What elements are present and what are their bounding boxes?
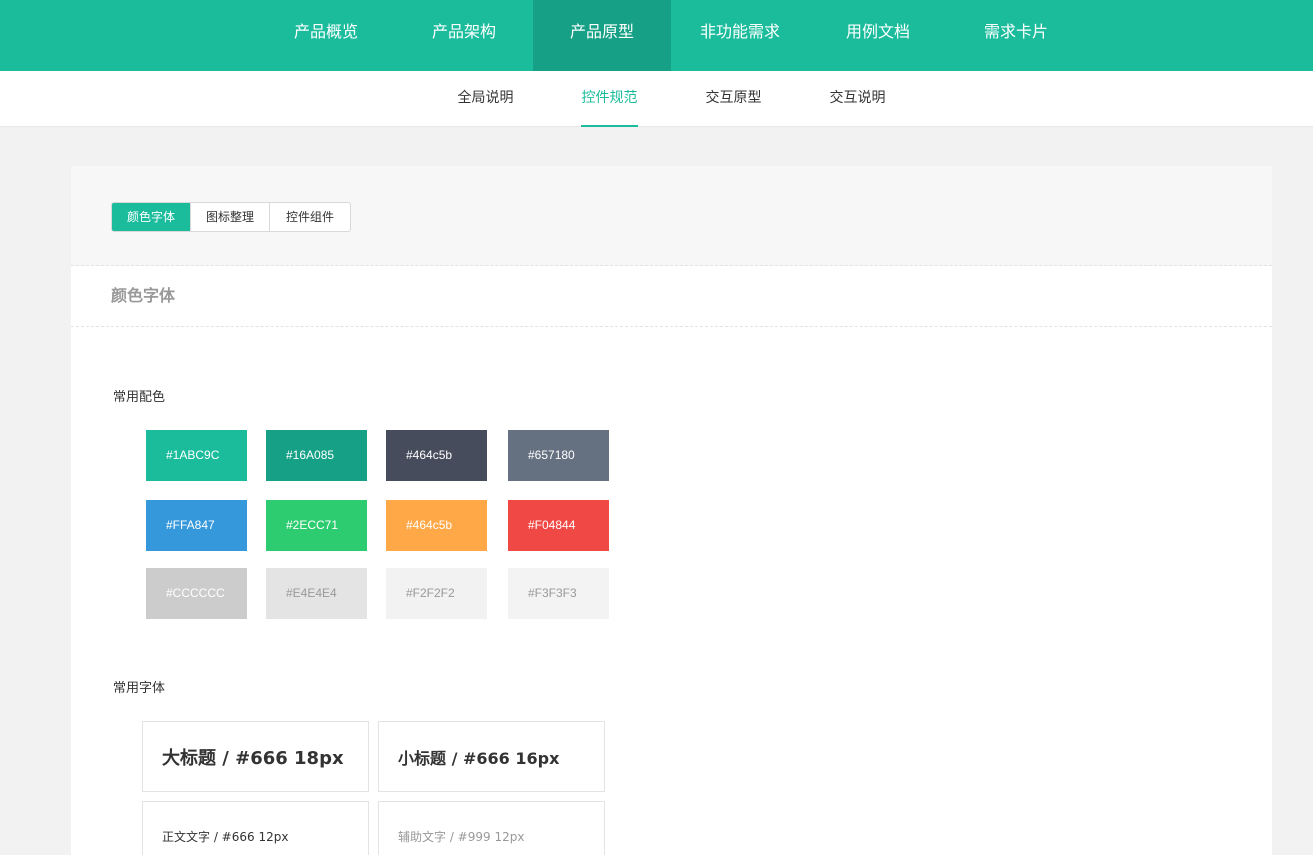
color-swatch: #FFA847	[146, 500, 247, 551]
sub-nav-item-control-spec[interactable]: 控件规范	[581, 71, 638, 127]
top-nav-item-usecase-docs[interactable]: 用例文档	[809, 0, 947, 71]
sub-nav-item-interaction-prototype[interactable]: 交互原型	[705, 71, 762, 127]
fonts-label: 常用字体	[113, 681, 166, 696]
top-nav-item-requirement-cards[interactable]: 需求卡片	[947, 0, 1085, 71]
section-title: 颜色字体	[111, 286, 176, 305]
color-swatch: #464c5b	[386, 500, 487, 551]
top-nav-item-architecture[interactable]: 产品架构	[395, 0, 533, 71]
font-sample-box: 小标题 / #666 16px	[378, 721, 605, 792]
top-nav-item-overview[interactable]: 产品概览	[257, 0, 395, 71]
color-swatch: #1ABC9C	[146, 430, 247, 481]
sub-nav-item-interaction-notes[interactable]: 交互说明	[829, 71, 886, 127]
color-swatch: #2ECC71	[266, 500, 367, 551]
color-swatch: #F3F3F3	[508, 568, 609, 619]
tab-color-font[interactable]: 颜色字体	[112, 203, 191, 231]
color-swatch: #657180	[508, 430, 609, 481]
font-sample-subtitle: 小标题 / #666 16px	[398, 748, 560, 768]
color-swatch: #464c5b	[386, 430, 487, 481]
color-swatch: #16A085	[266, 430, 367, 481]
section-divider	[71, 326, 1272, 327]
content-card: 颜色字体 图标整理 控件组件 颜色字体 常用配色 #1ABC9C #16A085…	[71, 166, 1272, 855]
colors-label: 常用配色	[113, 390, 166, 405]
color-swatch: #F2F2F2	[386, 568, 487, 619]
font-sample-box: 正文文字 / #666 12px	[142, 801, 369, 855]
font-sample-box: 辅助文字 / #999 12px	[378, 801, 605, 855]
card-header: 颜色字体 图标整理 控件组件	[71, 166, 1272, 266]
color-swatch: #E4E4E4	[266, 568, 367, 619]
font-sample-box: 大标题 / #666 18px	[142, 721, 369, 792]
tab-group: 颜色字体 图标整理 控件组件	[111, 202, 351, 232]
font-sample-auxiliary: 辅助文字 / #999 12px	[398, 830, 525, 844]
color-swatch: #CCCCCC	[146, 568, 247, 619]
sub-nav: 全局说明 控件规范 交互原型 交互说明	[0, 71, 1313, 127]
color-swatch: #F04844	[508, 500, 609, 551]
top-nav-item-prototype[interactable]: 产品原型	[533, 0, 671, 71]
font-sample-title: 大标题 / #666 18px	[162, 747, 344, 769]
sub-nav-item-global[interactable]: 全局说明	[457, 71, 514, 127]
tab-components[interactable]: 控件组件	[270, 203, 350, 231]
top-nav-item-nonfunctional[interactable]: 非功能需求	[671, 0, 809, 71]
top-nav: 产品概览 产品架构 产品原型 非功能需求 用例文档 需求卡片	[0, 0, 1313, 71]
font-sample-body: 正文文字 / #666 12px	[162, 830, 289, 844]
tab-icons[interactable]: 图标整理	[191, 203, 270, 231]
